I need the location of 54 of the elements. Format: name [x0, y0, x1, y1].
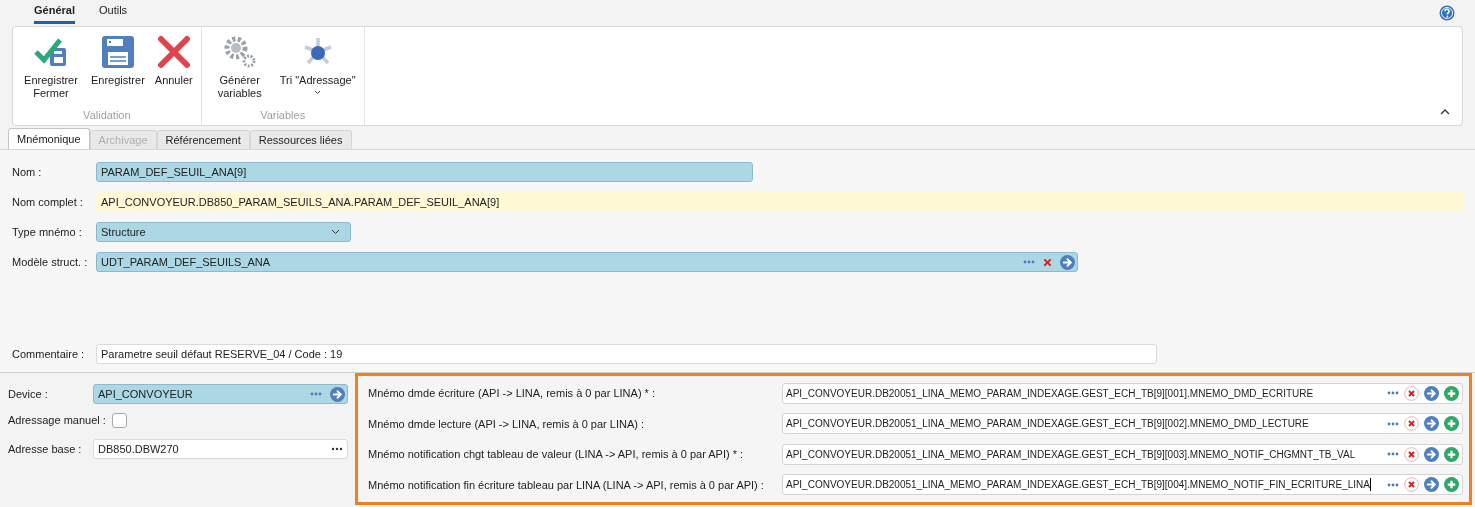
chevron-down-icon [331, 229, 340, 235]
field-label: Commentaire : [12, 346, 86, 362]
clear-icon[interactable] [1404, 477, 1419, 493]
gears-icon [222, 35, 257, 69]
document-tab[interactable]: Mnémonique [8, 128, 90, 149]
clear-icon[interactable] [1043, 257, 1052, 267]
base-address-field[interactable]: DB850.DBW270 [93, 439, 348, 459]
add-icon[interactable] [1444, 446, 1459, 462]
mnemo-field[interactable]: API_CONVOYEUR.DB20051_LINA_MEMO_PARAM_INDEXAGE.GEST_ECH_TB[9][002].MNEMO_DMD_LECTURE [782, 413, 1463, 435]
close-icon [156, 35, 191, 69]
type-dropdown[interactable]: Structure [96, 222, 351, 242]
document-tab[interactable]: Référencement [156, 130, 250, 149]
add-icon[interactable] [1444, 385, 1459, 401]
ribbon-tab[interactable]: Outils [98, 1, 128, 24]
field-label: Mnémo notification fin écriture tableau par LINA (LINA -> API, remis à 0 par API) : [368, 477, 765, 493]
mnemo-field[interactable]: API_CONVOYEUR.DB20051_LINA_MEMO_PARAM_INDEXAGE.GEST_ECH_TB[9][003].MNEMO_NOTIF_CHGMNT_TB_VAL [782, 443, 1463, 465]
field-label: Device : [8, 386, 49, 402]
clear-icon[interactable] [1404, 385, 1419, 401]
collapse-icon[interactable] [1440, 108, 1450, 115]
help-icon[interactable] [1439, 5, 1455, 21]
group-label: Validation [82, 107, 132, 123]
name-field[interactable]: PARAM_DEF_SEUIL_ANA[9] [96, 162, 753, 182]
group-label: Variables [259, 107, 307, 123]
checkbox[interactable] [111, 412, 127, 428]
more-icon[interactable] [331, 447, 343, 451]
field-label: Mnémo dmde lecture (API -> LINA, remis à 0 par LINA) : [368, 416, 645, 432]
full-name-field[interactable]: API_CONVOYEUR.DB850_PARAM_SEUILS_ANA.PARAM_DEF_SEUIL_ANA[9] [96, 192, 1463, 212]
comment-field[interactable]: Parametre seuil défaut RESERVE_04 / Code : 19 [96, 344, 1157, 364]
add-icon[interactable] [1444, 477, 1459, 493]
field-label: Type mnémo : [12, 224, 83, 240]
mnemo-field[interactable]: API_CONVOYEUR.DB20051_LINA_MEMO_PARAM_INDEXAGE.GEST_ECH_TB[9][004].MNEMO_NOTIF_FIN_ECRITURE_LINA [782, 474, 1463, 496]
ribbon-button[interactable]: Générer variables [205, 33, 274, 107]
ribbon-button[interactable]: Enregistrer [87, 33, 149, 107]
ribbon-button[interactable]: Annuler [150, 33, 197, 107]
field-label: Nom complet : [12, 194, 84, 210]
mnemo-field[interactable]: API_CONVOYEUR.DB20051_LINA_MEMO_PARAM_INDEXAGE.GEST_ECH_TB[9][001].MNEMO_DMD_ECRITURE [782, 382, 1463, 404]
device-field[interactable]: API_CONVOYEUR [93, 384, 348, 404]
field-label: Modèle struct. : [12, 254, 89, 270]
clear-icon[interactable] [1404, 446, 1419, 462]
ribbon-button[interactable]: Tri "Adressage" [275, 33, 360, 107]
clear-icon[interactable] [1404, 416, 1419, 432]
go-arrow-icon[interactable] [1060, 254, 1075, 270]
field-label: Mnémo notification chgt tableau de valeur (LINA -> API, remis à 0 par API) * : [368, 447, 745, 462]
model-field[interactable]: UDT_PARAM_DEF_SEUILS_ANA [96, 252, 1078, 272]
save-check-icon [34, 36, 68, 68]
go-arrow-icon[interactable] [330, 386, 345, 402]
field-label: Adressage manuel : [8, 412, 106, 428]
field-label: Mnémo dmde écriture (API -> LINA, remis à 0 par LINA) * : [368, 386, 656, 401]
field-label: Nom : [12, 164, 43, 180]
ribbon-button[interactable]: Enregistrer Fermer [17, 33, 85, 107]
document-tab[interactable]: Ressources liées [249, 130, 352, 149]
add-icon[interactable] [1444, 416, 1459, 432]
caret-icon [314, 90, 322, 95]
field-label: Adresse base : [8, 441, 83, 457]
